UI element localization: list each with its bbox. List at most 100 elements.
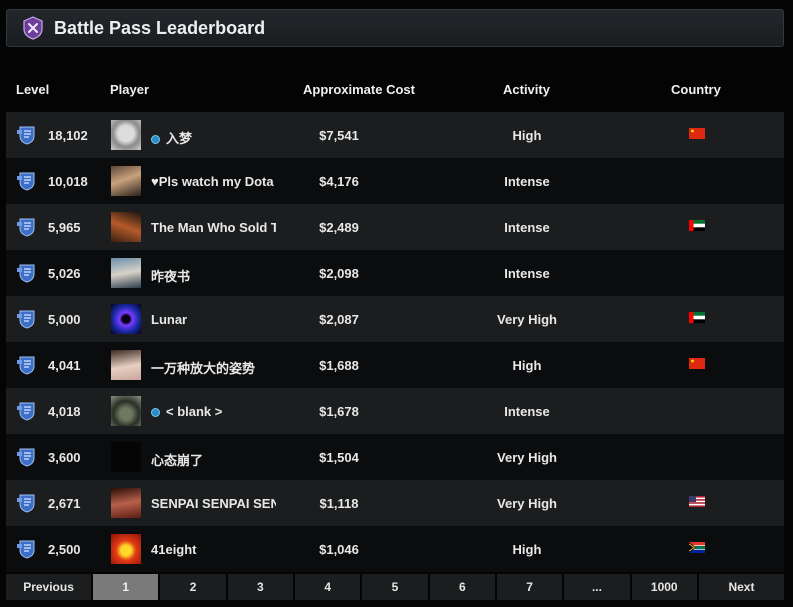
level-value: 5,965 bbox=[48, 220, 81, 235]
table-row[interactable]: 5,965 The Man Who Sold The World $2,489 Int… bbox=[6, 204, 784, 250]
battle-pass-level-icon bbox=[16, 400, 38, 422]
column-header-level[interactable]: Level bbox=[16, 82, 49, 97]
player-name[interactable]: 心态崩了 bbox=[151, 450, 276, 469]
player-name-text: ♥Pls watch my Dota 2 bbox=[151, 174, 276, 189]
battle-pass-level-icon bbox=[16, 354, 38, 376]
page-button-6[interactable]: 6 bbox=[429, 574, 495, 600]
avatar[interactable] bbox=[111, 212, 141, 242]
player-name[interactable]: 入梦 bbox=[151, 128, 276, 147]
avatar[interactable] bbox=[111, 304, 141, 334]
table-row[interactable]: 5,000 Lunar $2,087 Very High bbox=[6, 296, 784, 342]
dota-plus-icon bbox=[151, 135, 160, 144]
player-name-text: Lunar bbox=[151, 312, 188, 327]
table-row[interactable]: 2,500 41eight $1,046 High bbox=[6, 526, 784, 572]
activity-value: Very High bbox=[497, 496, 557, 511]
dota-plus-icon bbox=[151, 408, 160, 417]
page-button-5[interactable]: 5 bbox=[362, 574, 428, 600]
page-button-7[interactable]: 7 bbox=[496, 574, 563, 600]
table-row[interactable]: 3,600 心态崩了 $1,504 Very High bbox=[6, 434, 784, 480]
flag-ae-icon bbox=[689, 219, 705, 231]
player-name[interactable]: < blank > bbox=[151, 404, 276, 419]
title-bar: Battle Pass Leaderboard bbox=[6, 9, 784, 47]
level-value: 2,671 bbox=[48, 496, 81, 511]
flag-us-icon bbox=[689, 495, 705, 507]
player-name[interactable]: 41eight bbox=[151, 542, 276, 557]
cost-value: $4,176 bbox=[319, 174, 359, 189]
avatar[interactable] bbox=[111, 350, 141, 380]
player-name-text: 昨夜书 bbox=[151, 269, 191, 284]
avatar[interactable] bbox=[111, 120, 141, 150]
cost-value: $1,504 bbox=[319, 450, 359, 465]
page-button-1[interactable]: 1 bbox=[93, 574, 159, 600]
player-name-text: 一万种放大的姿势 bbox=[151, 361, 256, 376]
activity-value: High bbox=[512, 128, 542, 143]
level-value: 3,600 bbox=[48, 450, 81, 465]
column-header-country[interactable]: Country bbox=[671, 82, 721, 97]
avatar[interactable] bbox=[111, 488, 141, 518]
activity-value: Intense bbox=[504, 266, 550, 281]
flag-cn-icon bbox=[689, 357, 705, 369]
cost-value: $2,489 bbox=[319, 220, 359, 235]
cost-value: $1,678 bbox=[319, 404, 359, 419]
activity-value: Intense bbox=[504, 404, 550, 419]
battle-pass-level-icon bbox=[16, 492, 38, 514]
avatar[interactable] bbox=[111, 442, 141, 472]
flag-za-icon bbox=[688, 541, 705, 553]
player-name-text: SENPAI SENPAI SENPAI bbox=[151, 496, 276, 511]
activity-value: Very High bbox=[497, 312, 557, 327]
level-value: 5,000 bbox=[48, 312, 81, 327]
activity-value: Intense bbox=[504, 174, 550, 189]
player-name[interactable]: 昨夜书 bbox=[151, 266, 276, 285]
level-value: 4,041 bbox=[48, 358, 81, 373]
avatar[interactable] bbox=[111, 258, 141, 288]
cost-value: $2,098 bbox=[319, 266, 359, 281]
page-button-ellipsis[interactable]: ... bbox=[564, 574, 630, 600]
battle-pass-level-icon bbox=[16, 308, 38, 330]
table-row[interactable]: 2,671 SENPAI SENPAI SENPAI $1,118 Very High bbox=[6, 480, 784, 526]
cost-value: $2,087 bbox=[319, 312, 359, 327]
cost-value: $1,046 bbox=[319, 542, 359, 557]
activity-value: Intense bbox=[504, 220, 550, 235]
column-header-cost[interactable]: Approximate Cost bbox=[303, 82, 415, 97]
page-button-3[interactable]: 3 bbox=[227, 574, 294, 600]
table-row[interactable]: 18,102 入梦 $7,541 High bbox=[6, 112, 784, 158]
player-name-text: 入梦 bbox=[166, 131, 193, 146]
activity-value: High bbox=[512, 358, 542, 373]
battle-pass-level-icon bbox=[16, 538, 38, 560]
column-header-player[interactable]: Player bbox=[110, 82, 149, 97]
table-header: Level Player Approximate Cost Activity C… bbox=[6, 80, 784, 100]
previous-page-button[interactable]: Previous bbox=[6, 574, 92, 600]
page-button-4[interactable]: 4 bbox=[295, 574, 361, 600]
table-row[interactable]: 5,026 昨夜书 $2,098 Intense bbox=[6, 250, 784, 296]
player-name-text: < blank > bbox=[166, 404, 223, 419]
player-name-text: 41eight bbox=[151, 542, 197, 557]
player-name[interactable]: Lunar bbox=[151, 312, 276, 327]
player-name[interactable]: SENPAI SENPAI SENPAI bbox=[151, 496, 276, 511]
battle-pass-level-icon bbox=[16, 170, 38, 192]
cost-value: $7,541 bbox=[319, 128, 359, 143]
table-row[interactable]: 4,041 一万种放大的姿势 $1,688 High bbox=[6, 342, 784, 388]
leaderboard-table: 18,102 入梦 $7,541 High 10,018 ♥Pls watch my Do… bbox=[6, 112, 784, 572]
activity-value: Very High bbox=[497, 450, 557, 465]
avatar[interactable] bbox=[111, 534, 141, 564]
avatar[interactable] bbox=[111, 396, 141, 426]
page-button-1000[interactable]: 1000 bbox=[631, 574, 697, 600]
level-value: 5,026 bbox=[48, 266, 81, 281]
column-header-activity[interactable]: Activity bbox=[503, 82, 550, 97]
table-row[interactable]: 4,018 < blank > $1,678 Intense bbox=[6, 388, 784, 434]
battle-pass-logo-icon bbox=[23, 16, 43, 40]
battle-pass-level-icon bbox=[16, 446, 38, 468]
cost-value: $1,688 bbox=[319, 358, 359, 373]
player-name-text: The Man Who Sold The World bbox=[151, 220, 276, 235]
player-name[interactable]: ♥Pls watch my Dota 2 bbox=[151, 174, 276, 189]
player-name[interactable]: 一万种放大的姿势 bbox=[151, 358, 276, 377]
battle-pass-level-icon bbox=[16, 262, 38, 284]
player-name-text: 心态崩了 bbox=[151, 453, 204, 468]
page-button-2[interactable]: 2 bbox=[160, 574, 226, 600]
avatar[interactable] bbox=[111, 166, 141, 196]
next-page-button[interactable]: Next bbox=[698, 574, 785, 600]
table-row[interactable]: 10,018 ♥Pls watch my Dota 2 $4,176 Intense bbox=[6, 158, 784, 204]
player-name[interactable]: The Man Who Sold The World bbox=[151, 220, 276, 235]
battle-pass-level-icon bbox=[16, 124, 38, 146]
page-title: Battle Pass Leaderboard bbox=[54, 17, 266, 38]
